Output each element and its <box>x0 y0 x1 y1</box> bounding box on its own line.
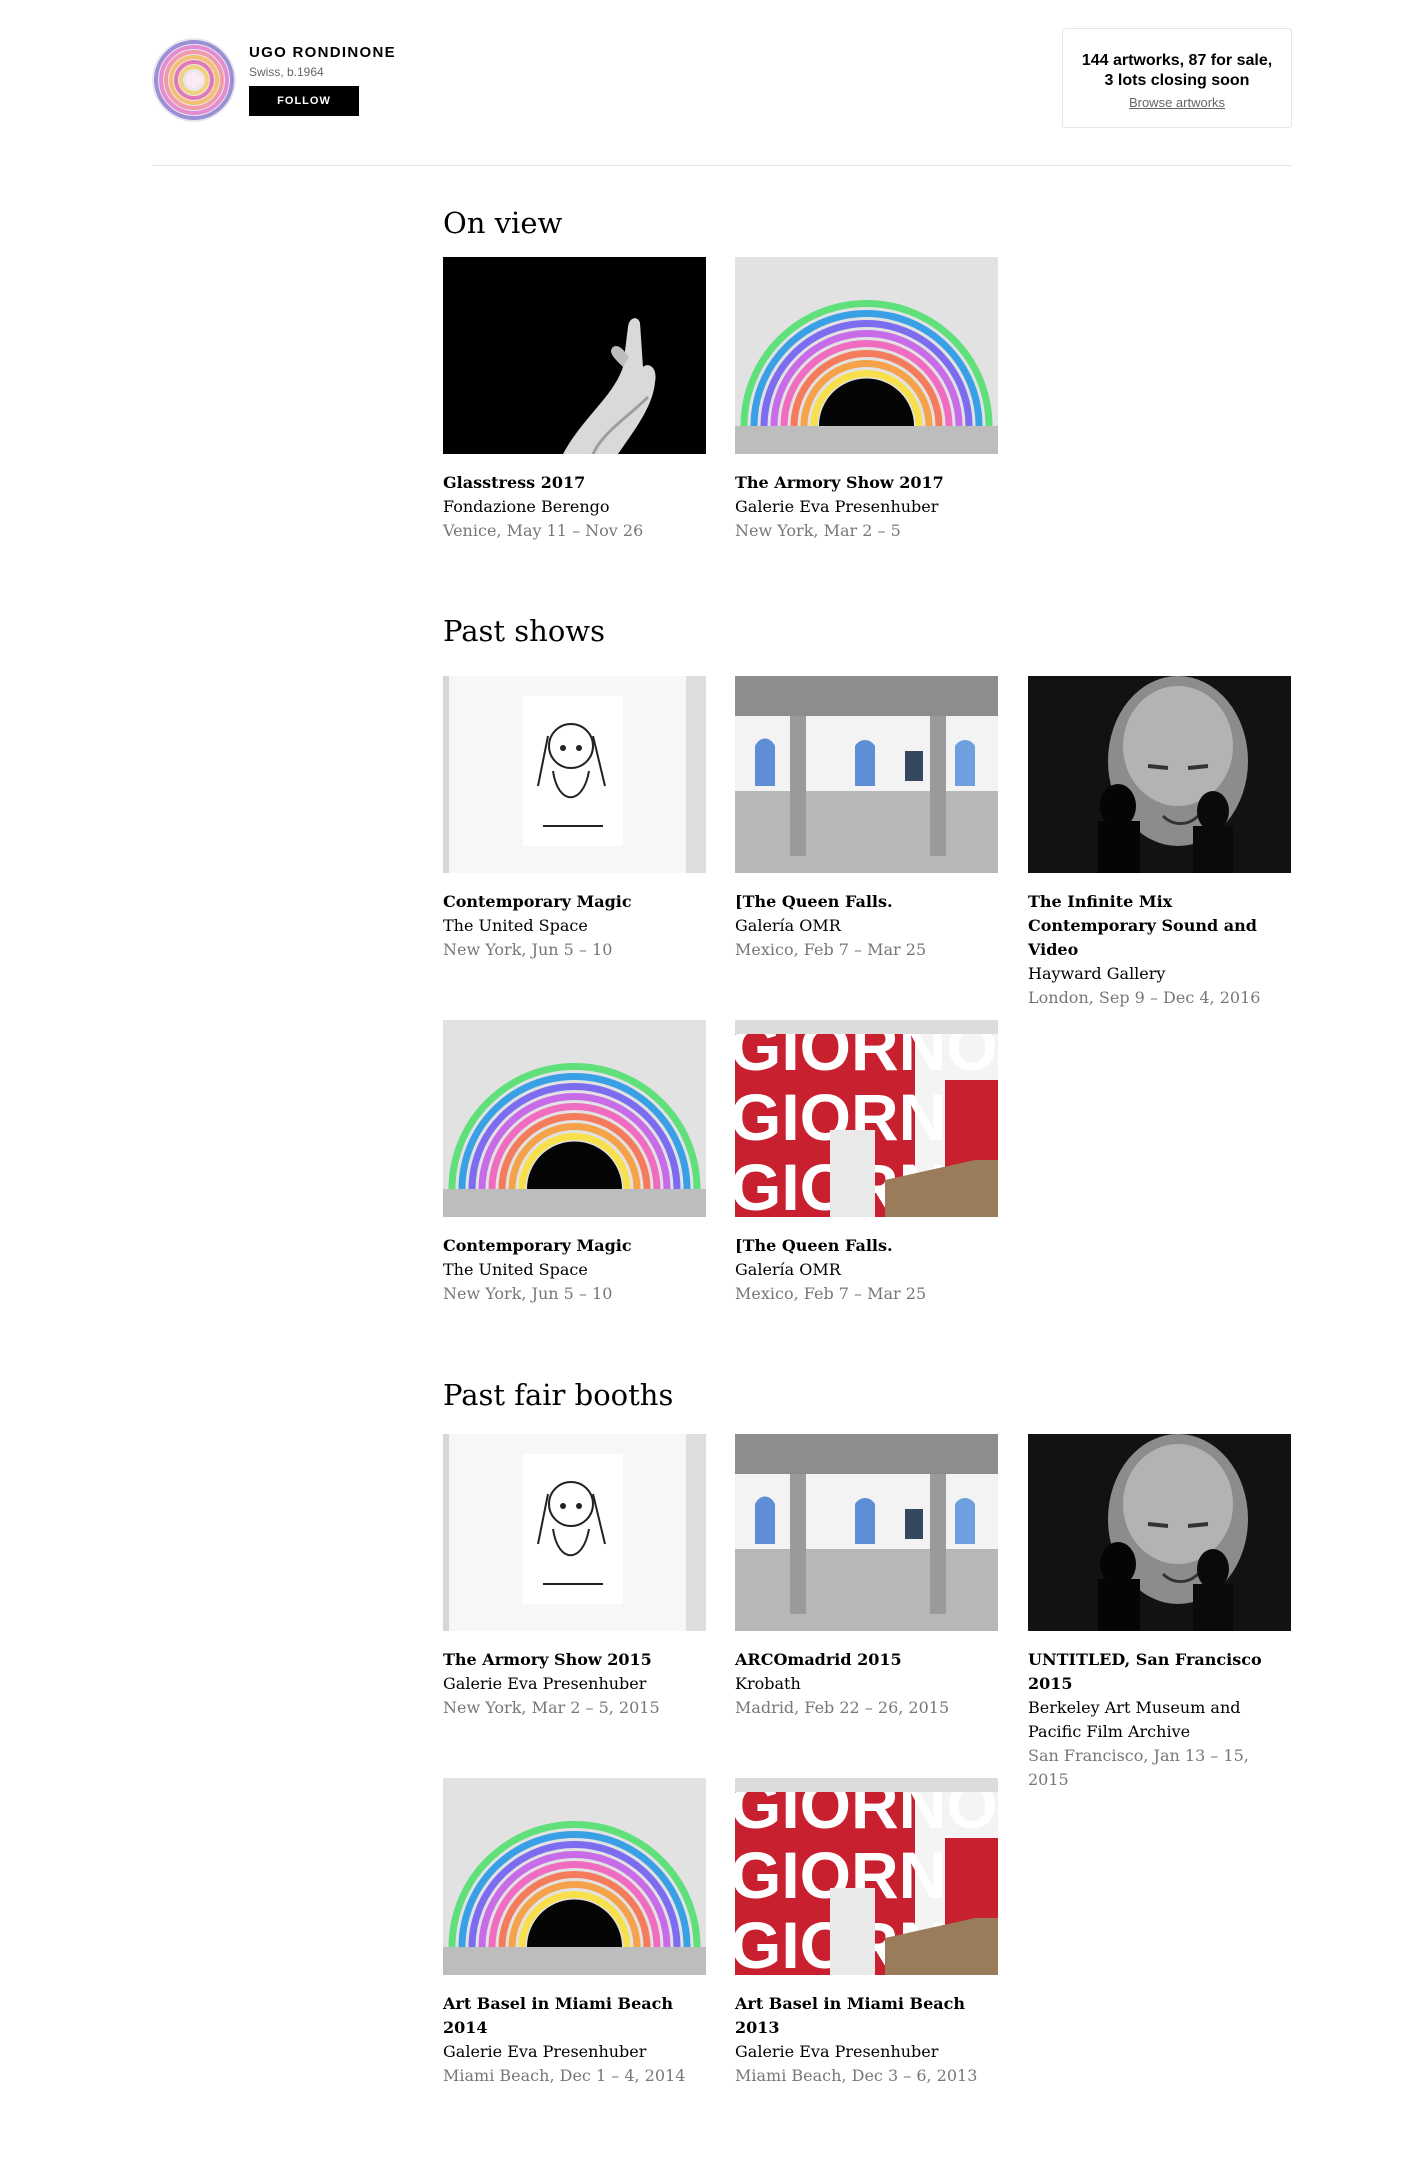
show-card[interactable]: GIORNO GIORNO GIORNO [The Queen Falls. G… <box>735 1020 998 1306</box>
booth-card[interactable]: UNTITLED, San Francisco 2015 Berkeley Ar… <box>1028 1434 1291 1792</box>
giorno-mural-image: GIORNO GIORNO GIORNO <box>735 1778 998 1975</box>
show-date: London, Sep 9 – Dec 4, 2016 <box>1028 988 1261 1007</box>
show-venue: Galerie Eva Presenhuber <box>735 497 939 516</box>
show-date: Mexico, Feb 7 – Mar 25 <box>735 1284 927 1303</box>
booth-venue: Krobath <box>735 1674 801 1693</box>
lots-closing-text: 3 lots closing soon <box>1104 72 1250 89</box>
show-card[interactable]: Contemporary Magic The United Space New … <box>443 676 706 962</box>
show-image[interactable] <box>443 1020 706 1217</box>
show-venue: Hayward Gallery <box>1028 964 1166 983</box>
booth-image[interactable] <box>1028 1434 1291 1631</box>
booth-venue: Berkeley Art Museum and Pacific Film Arc… <box>1028 1698 1241 1741</box>
show-title[interactable]: Glasstress 2017 <box>443 471 706 495</box>
booth-title[interactable]: Art Basel in Miami Beach 2014 <box>443 1992 706 2040</box>
booth-venue: Galerie Eva Presenhuber <box>443 2042 647 2061</box>
show-card[interactable]: The Armory Show 2017 Galerie Eva Presenh… <box>735 257 998 543</box>
booth-title[interactable]: The Armory Show 2015 <box>443 1648 706 1672</box>
show-venue: Fondazione Berengo <box>443 497 610 516</box>
show-date: Venice, May 11 – Nov 26 <box>443 521 644 540</box>
hand-sculpture-image <box>443 257 706 454</box>
section-title-past-shows: Past shows <box>443 614 605 648</box>
gallery-interior-image <box>735 1434 998 1631</box>
booth-title[interactable]: Art Basel in Miami Beach 2013 <box>735 1992 998 2040</box>
booth-image[interactable] <box>443 1778 706 1975</box>
header-divider <box>152 165 1292 166</box>
show-image[interactable] <box>735 257 998 454</box>
booth-card[interactable]: ARCOmadrid 2015 Krobath Madrid, Feb 22 –… <box>735 1434 998 1720</box>
booth-card[interactable]: The Armory Show 2015 Galerie Eva Presenh… <box>443 1434 706 1720</box>
follow-button[interactable]: FOLLOW <box>249 86 359 116</box>
neon-rainbow-image <box>735 257 998 454</box>
section-title-on-view: On view <box>443 206 563 240</box>
show-title[interactable]: Contemporary Magic <box>443 890 706 914</box>
artworks-count-text: 144 artworks, 87 for sale, <box>1081 52 1273 69</box>
booth-date: San Francisco, Jan 13 – 15, 2015 <box>1028 1746 1249 1789</box>
show-image[interactable] <box>443 676 706 873</box>
neon-rainbow-image <box>443 1020 706 1217</box>
booth-image[interactable]: GIORNO GIORNO GIORNO <box>735 1778 998 1975</box>
girl-drawing-image <box>443 1434 706 1631</box>
show-date: New York, Mar 2 – 5 <box>735 521 901 540</box>
section-title-past-fair-booths: Past fair booths <box>443 1378 674 1412</box>
browse-artworks-link[interactable]: Browse artworks <box>1129 95 1225 110</box>
booth-title[interactable]: UNTITLED, San Francisco 2015 <box>1028 1648 1291 1696</box>
show-date: New York, Jun 5 – 10 <box>443 940 613 959</box>
booth-image[interactable] <box>443 1434 706 1631</box>
artist-nationality-birth: Swiss, b.1964 <box>249 65 324 79</box>
rainbow-target-image <box>152 38 236 122</box>
girl-drawing-image <box>443 676 706 873</box>
show-venue: The United Space <box>443 1260 588 1279</box>
show-card[interactable]: The Infinite Mix Contemporary Sound and … <box>1028 676 1291 1010</box>
booth-image[interactable] <box>735 1434 998 1631</box>
show-card[interactable]: [The Queen Falls. Galería OMR Mexico, Fe… <box>735 676 998 962</box>
show-title[interactable]: The Infinite Mix Contemporary Sound and … <box>1028 890 1291 962</box>
artist-name: UGO RONDINONE <box>249 44 396 61</box>
show-venue: The United Space <box>443 916 588 935</box>
giorno-mural-image: GIORNO GIORNO GIORNO <box>735 1020 998 1217</box>
show-date: Mexico, Feb 7 – Mar 25 <box>735 940 927 959</box>
show-title[interactable]: Contemporary Magic <box>443 1234 706 1258</box>
booth-venue: Galerie Eva Presenhuber <box>735 2042 939 2061</box>
booth-date: Miami Beach, Dec 1 – 4, 2014 <box>443 2066 686 2085</box>
artist-avatar[interactable] <box>152 38 236 122</box>
show-image[interactable]: GIORNO GIORNO GIORNO <box>735 1020 998 1217</box>
booth-card[interactable]: Art Basel in Miami Beach 2014 Galerie Ev… <box>443 1778 706 2088</box>
show-image[interactable] <box>735 676 998 873</box>
booth-card[interactable]: GIORNO GIORNO GIORNO Art Basel in Miami … <box>735 1778 998 2088</box>
neon-rainbow-image <box>443 1778 706 1975</box>
video-portrait-image <box>1028 1434 1291 1631</box>
show-card[interactable]: Glasstress 2017 Fondazione Berengo Venic… <box>443 257 706 543</box>
booth-title[interactable]: ARCOmadrid 2015 <box>735 1648 998 1672</box>
show-venue: Galería OMR <box>735 1260 841 1279</box>
booth-date: Madrid, Feb 22 – 26, 2015 <box>735 1698 950 1717</box>
show-card[interactable]: Contemporary Magic The United Space New … <box>443 1020 706 1306</box>
artworks-summary-box: 144 artworks, 87 for sale, 3 lots closin… <box>1062 28 1292 128</box>
artist-header: UGO RONDINONE Swiss, b.1964 FOLLOW 144 a… <box>152 28 1292 128</box>
show-image[interactable] <box>443 257 706 454</box>
booth-date: New York, Mar 2 – 5, 2015 <box>443 1698 660 1717</box>
show-date: New York, Jun 5 – 10 <box>443 1284 613 1303</box>
show-title[interactable]: [The Queen Falls. <box>735 890 998 914</box>
gallery-interior-image <box>735 676 998 873</box>
show-venue: Galería OMR <box>735 916 841 935</box>
booth-venue: Galerie Eva Presenhuber <box>443 1674 647 1693</box>
show-title[interactable]: The Armory Show 2017 <box>735 471 998 495</box>
show-image[interactable] <box>1028 676 1291 873</box>
video-portrait-image <box>1028 676 1291 873</box>
booth-date: Miami Beach, Dec 3 – 6, 2013 <box>735 2066 978 2085</box>
show-title[interactable]: [The Queen Falls. <box>735 1234 998 1258</box>
